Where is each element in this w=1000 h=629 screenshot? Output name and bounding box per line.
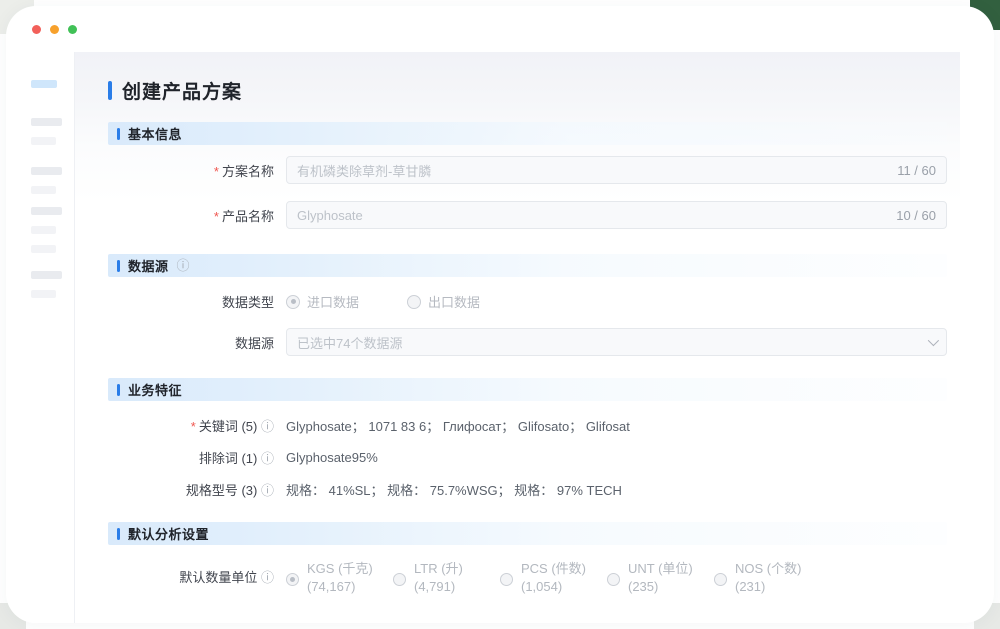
section-title: 业务特征 bbox=[128, 380, 182, 399]
section-accent-bar bbox=[117, 128, 120, 140]
window-titlebar bbox=[6, 6, 994, 52]
spec-models-label: 规格型号 (3) ⓘ bbox=[108, 480, 286, 499]
default-unit-row: 默认数量单位 ⓘ KGS (千克) (74,167) LTR ( bbox=[108, 561, 947, 594]
radio-export-data[interactable]: 出口数据 bbox=[407, 292, 480, 311]
radio-unit-pcs[interactable]: PCS (件数) (1,054) bbox=[500, 561, 607, 594]
radio-unit-nos[interactable]: NOS (个数) (231) bbox=[714, 561, 821, 594]
radio-import-data[interactable]: 进口数据 bbox=[286, 292, 359, 311]
radio-checked-icon bbox=[286, 295, 300, 309]
section-title: 默认分析设置 bbox=[128, 524, 209, 543]
default-unit-radio-group: KGS (千克) (74,167) LTR (升) (4,791) bbox=[286, 561, 821, 594]
radio-unchecked-icon bbox=[500, 573, 513, 586]
sidebar-item[interactable] bbox=[31, 290, 56, 298]
window-close-button[interactable] bbox=[32, 25, 41, 34]
radio-unchecked-icon bbox=[607, 573, 620, 586]
sidebar bbox=[6, 52, 75, 623]
radio-unchecked-icon bbox=[714, 573, 727, 586]
unit-name: LTR (升) bbox=[414, 561, 463, 576]
unit-count: (1,054) bbox=[521, 579, 586, 594]
sidebar-item[interactable] bbox=[31, 226, 56, 234]
radio-unchecked-icon bbox=[393, 573, 406, 586]
unit-count: (231) bbox=[735, 579, 801, 594]
sidebar-item[interactable] bbox=[31, 118, 62, 126]
data-type-row: 数据类型 进口数据 出口数据 bbox=[108, 292, 947, 311]
info-icon[interactable]: ⓘ bbox=[261, 570, 274, 585]
plan-name-input[interactable]: 有机磷类除草剂-草甘膦 11 / 60 bbox=[286, 156, 947, 184]
sidebar-item[interactable] bbox=[31, 271, 62, 279]
sidebar-item[interactable] bbox=[31, 186, 56, 194]
info-icon[interactable]: ⓘ bbox=[261, 451, 274, 466]
product-name-counter: 10 / 60 bbox=[896, 208, 936, 223]
chevron-down-icon bbox=[928, 335, 939, 346]
section-accent-bar bbox=[117, 528, 120, 540]
section-title: 数据源 bbox=[128, 256, 169, 275]
radio-import-label: 进口数据 bbox=[307, 292, 359, 311]
product-name-row: *产品名称 Glyphosate 10 / 60 bbox=[108, 201, 947, 229]
exclusions-value: Glyphosate95% bbox=[286, 450, 378, 465]
info-icon[interactable]: ⓘ bbox=[177, 259, 190, 272]
unit-count: (74,167) bbox=[307, 579, 373, 594]
data-source-value: 已选中74个数据源 bbox=[297, 333, 920, 352]
radio-export-label: 出口数据 bbox=[428, 292, 480, 311]
sidebar-item-active[interactable] bbox=[31, 80, 57, 88]
spec-models-value: 规格： 41%SL； 规格： 75.7%WSG； 规格： 97% TECH bbox=[286, 480, 622, 499]
keywords-value: Glyphosate； 1071 83 6； Глифосат； Glifosa… bbox=[286, 416, 630, 435]
radio-unit-ltr[interactable]: LTR (升) (4,791) bbox=[393, 561, 500, 594]
exclusions-row: 排除词 (1) ⓘ Glyphosate95% bbox=[108, 448, 947, 467]
sidebar-item[interactable] bbox=[31, 245, 56, 253]
page-title: 创建产品方案 bbox=[122, 77, 242, 104]
section-header-basic-info: 基本信息 bbox=[108, 122, 947, 145]
data-type-label: 数据类型 bbox=[108, 292, 286, 311]
sidebar-item[interactable] bbox=[31, 167, 62, 175]
keywords-label: *关键词 (5) ⓘ bbox=[108, 416, 286, 435]
unit-count: (4,791) bbox=[414, 579, 463, 594]
keywords-row: *关键词 (5) ⓘ Glyphosate； 1071 83 6； Глифос… bbox=[108, 416, 947, 435]
window-zoom-button[interactable] bbox=[68, 25, 77, 34]
exclusions-label: 排除词 (1) ⓘ bbox=[108, 448, 286, 467]
info-icon[interactable]: ⓘ bbox=[261, 419, 274, 434]
section-header-default-settings: 默认分析设置 bbox=[108, 522, 947, 545]
plan-name-counter: 11 / 60 bbox=[897, 163, 936, 178]
title-accent-bar bbox=[108, 81, 112, 100]
section-title: 基本信息 bbox=[128, 124, 182, 143]
sidebar-item[interactable] bbox=[31, 207, 62, 215]
info-icon[interactable]: ⓘ bbox=[261, 483, 274, 498]
unit-name: PCS (件数) bbox=[521, 561, 586, 576]
unit-name: UNT (单位) bbox=[628, 561, 693, 576]
plan-name-value: 有机磷类除草剂-草甘膦 bbox=[297, 161, 889, 180]
required-asterisk: * bbox=[214, 209, 219, 224]
product-name-label: *产品名称 bbox=[108, 206, 286, 225]
section-header-business-features: 业务特征 bbox=[108, 378, 947, 401]
section-header-data-source: 数据源 ⓘ bbox=[108, 254, 947, 277]
default-unit-label: 默认数量单位 ⓘ bbox=[108, 567, 286, 586]
window-minimize-button[interactable] bbox=[50, 25, 59, 34]
product-name-value: Glyphosate bbox=[297, 208, 888, 223]
app-window: 创建产品方案 基本信息 *方案名称 有机磷类除草剂-草甘膦 11 / 60 *产… bbox=[6, 6, 994, 623]
sidebar-item[interactable] bbox=[31, 137, 56, 145]
unit-name: NOS (个数) bbox=[735, 561, 801, 576]
page-title-row: 创建产品方案 bbox=[108, 77, 947, 104]
plan-name-label: *方案名称 bbox=[108, 161, 286, 180]
required-asterisk: * bbox=[191, 419, 196, 434]
data-source-label: 数据源 bbox=[108, 333, 286, 352]
radio-unit-unt[interactable]: UNT (单位) (235) bbox=[607, 561, 714, 594]
section-accent-bar bbox=[117, 260, 120, 272]
spec-models-row: 规格型号 (3) ⓘ 规格： 41%SL； 规格： 75.7%WSG； 规格： … bbox=[108, 480, 947, 499]
radio-checked-icon bbox=[286, 573, 299, 586]
required-asterisk: * bbox=[214, 164, 219, 179]
product-name-input[interactable]: Glyphosate 10 / 60 bbox=[286, 201, 947, 229]
radio-unit-kgs[interactable]: KGS (千克) (74,167) bbox=[286, 561, 393, 594]
data-source-select[interactable]: 已选中74个数据源 bbox=[286, 328, 947, 356]
unit-name: KGS (千克) bbox=[307, 561, 373, 576]
data-source-row: 数据源 已选中74个数据源 bbox=[108, 328, 947, 356]
radio-unchecked-icon bbox=[407, 295, 421, 309]
section-accent-bar bbox=[117, 384, 120, 396]
main-panel: 创建产品方案 基本信息 *方案名称 有机磷类除草剂-草甘膦 11 / 60 *产… bbox=[75, 52, 960, 623]
data-type-radio-group: 进口数据 出口数据 bbox=[286, 292, 480, 311]
unit-count: (235) bbox=[628, 579, 693, 594]
plan-name-row: *方案名称 有机磷类除草剂-草甘膦 11 / 60 bbox=[108, 156, 947, 184]
